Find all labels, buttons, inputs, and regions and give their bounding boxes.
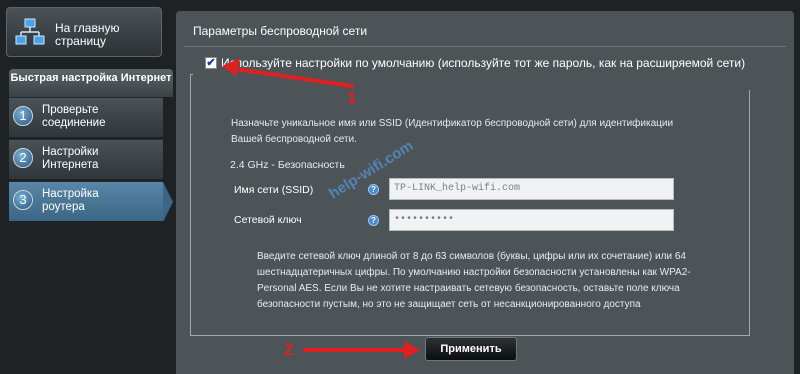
annotation-number-2: 2	[284, 340, 294, 359]
step-number-3: 3	[13, 190, 33, 210]
title-divider	[184, 46, 786, 47]
ssid-help-icon[interactable]: ?	[368, 184, 379, 195]
step-number-1: 1	[13, 106, 33, 126]
step-check-connection[interactable]: 1 Проверьте соединение	[9, 97, 163, 137]
ssid-description: Назначьте уникальное имя или SSID (Идент…	[231, 118, 674, 145]
annotation-number-1: 1	[347, 88, 357, 107]
step-label: Проверьте соединение	[42, 104, 106, 129]
quick-setup-header: Быстрая настройка Интернет	[9, 69, 173, 97]
home-button[interactable]: На главную страницу	[6, 7, 162, 57]
apply-button[interactable]: Применить	[425, 337, 517, 361]
network-key-label: Сетевой ключ	[234, 214, 302, 226]
panel-title: Параметры беспроводной сети	[193, 24, 368, 38]
active-step-pointer	[163, 182, 173, 222]
step-number-2: 2	[13, 148, 33, 168]
key-requirements-note: Введите сетевой ключ длиной от 8 до 63 с…	[257, 251, 691, 310]
step-router-setup[interactable]: 3 Настройка роутера	[9, 181, 163, 221]
key-help-icon[interactable]: ?	[368, 215, 379, 226]
step-internet-settings[interactable]: 2 Настройки Интернета	[9, 139, 163, 179]
use-default-label: Используйте настройки по умолчанию (испо…	[221, 56, 746, 70]
ssid-input[interactable]: TP-LINK_help-wifi.com	[389, 178, 674, 200]
wireless-settings-panel: Параметры беспроводной сети ✔ Используйт…	[176, 11, 794, 374]
ssid-label: Имя сети (SSID)	[234, 184, 314, 196]
step-label: Настройка роутера	[42, 188, 99, 213]
step-label: Настройки Интернета	[42, 146, 99, 171]
network-home-icon	[15, 18, 45, 45]
network-key-input[interactable]: ••••••••••	[389, 209, 674, 231]
band-security-label: 2.4 GHz - Безопасность	[230, 159, 345, 171]
home-label: На главную страницу	[55, 21, 120, 48]
use-default-option: ✔ Используйте настройки по умолчанию (ис…	[193, 54, 761, 90]
